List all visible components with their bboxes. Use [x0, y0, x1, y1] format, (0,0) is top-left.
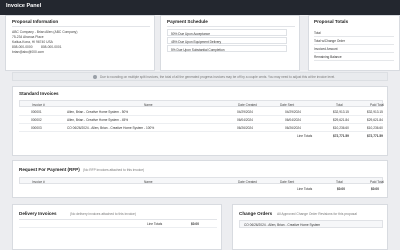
totals-row: Remaining Balance — [314, 53, 394, 61]
totals-row: Total — [314, 29, 394, 37]
schedule-row: 5% Due Upon Substantial Completion — [167, 45, 287, 52]
delivery-note: (No delivery invoices attached to this i… — [70, 212, 136, 216]
delivery-invoices-title: Delivery Invoices — [19, 211, 57, 216]
change-orders-card: Change Orders All Approved Change Order … — [232, 204, 388, 250]
delivery-invoices-card: Delivery Invoices (No delivery invoices … — [12, 204, 222, 250]
line-totals-row: Line Totals $72,771.59 $72,771.59 — [297, 134, 383, 139]
payment-schedule-card: Payment Schedule 50% Due Upon Acceptance… — [160, 15, 300, 71]
table-row[interactable]: 000001 Allen, Brian - Creative Home Syst… — [19, 108, 383, 116]
rfp-title: Request For Payment (RFP) — [19, 167, 80, 172]
table-header: Invoice # Name Date Created Date Sent To… — [19, 100, 384, 107]
line-totals-row: Line Totals $0.00 — [19, 220, 217, 228]
line-totals-row: Line Totals $0.00 $0.00 — [297, 187, 379, 192]
proposal-info-title: Proposal Information — [12, 19, 59, 24]
standard-invoices-title: Standard Invoices — [19, 91, 59, 96]
rfp-note: (No RFP invoices attached to this invoic… — [83, 168, 145, 172]
info-icon — [93, 75, 97, 80]
window-title: Invoice Panel — [6, 3, 42, 9]
proposal-line: 808-000-0001 — [41, 45, 62, 49]
table-row[interactable]: 000002 Allen, Brian - Creative Home Syst… — [19, 116, 383, 124]
rfp-card: Request For Payment (RFP) (No RFP invoic… — [12, 160, 388, 198]
totals-row: Total w/Change Order — [314, 37, 394, 45]
change-order-row[interactable]: CO 06/26/2024 - Allen, Brian - Creative … — [239, 220, 383, 228]
table-row[interactable]: 000003 CO 06/26/2024 - Allen, Brian - Cr… — [19, 124, 383, 132]
standard-invoices-card: Standard Invoices Invoice # Name Date Cr… — [12, 86, 388, 156]
proposal-totals-card: Proposal Totals Total Total w/Change Ord… — [308, 15, 400, 71]
schedule-row: 50% Due Upon Acceptance — [167, 29, 287, 36]
proposal-line: Kailua-Kona, HI 96740 USA — [12, 40, 53, 44]
proposal-line: 808-000-0000 — [12, 45, 33, 49]
proposal-line: brian@abc@000.com — [12, 50, 44, 54]
change-orders-title: Change Orders — [239, 211, 273, 216]
title-bar: Invoice Panel — [0, 0, 400, 15]
proposal-line: 75-234 Ahanoa Place — [12, 35, 44, 39]
schedule-row: 45% Due Upon Equipment Delivery — [167, 37, 287, 44]
change-orders-note: All Approved Change Order Revisions for … — [277, 212, 357, 216]
proposal-totals-title: Proposal Totals — [314, 19, 349, 24]
notice-text: Due to rounding on multiple split invoic… — [100, 75, 336, 80]
proposal-line: ABC Company - Brian Allen (ABC Company) — [12, 30, 78, 34]
rounding-notice: Due to rounding on multiple split invoic… — [12, 72, 388, 81]
payment-schedule-title: Payment Schedule — [167, 19, 208, 24]
table-header: Invoice # Name Date Created Date Sent To… — [19, 177, 384, 184]
totals-row: Invoiced Amount — [314, 45, 394, 53]
proposal-info-card: Proposal Information ABC Company - Brian… — [5, 15, 155, 71]
